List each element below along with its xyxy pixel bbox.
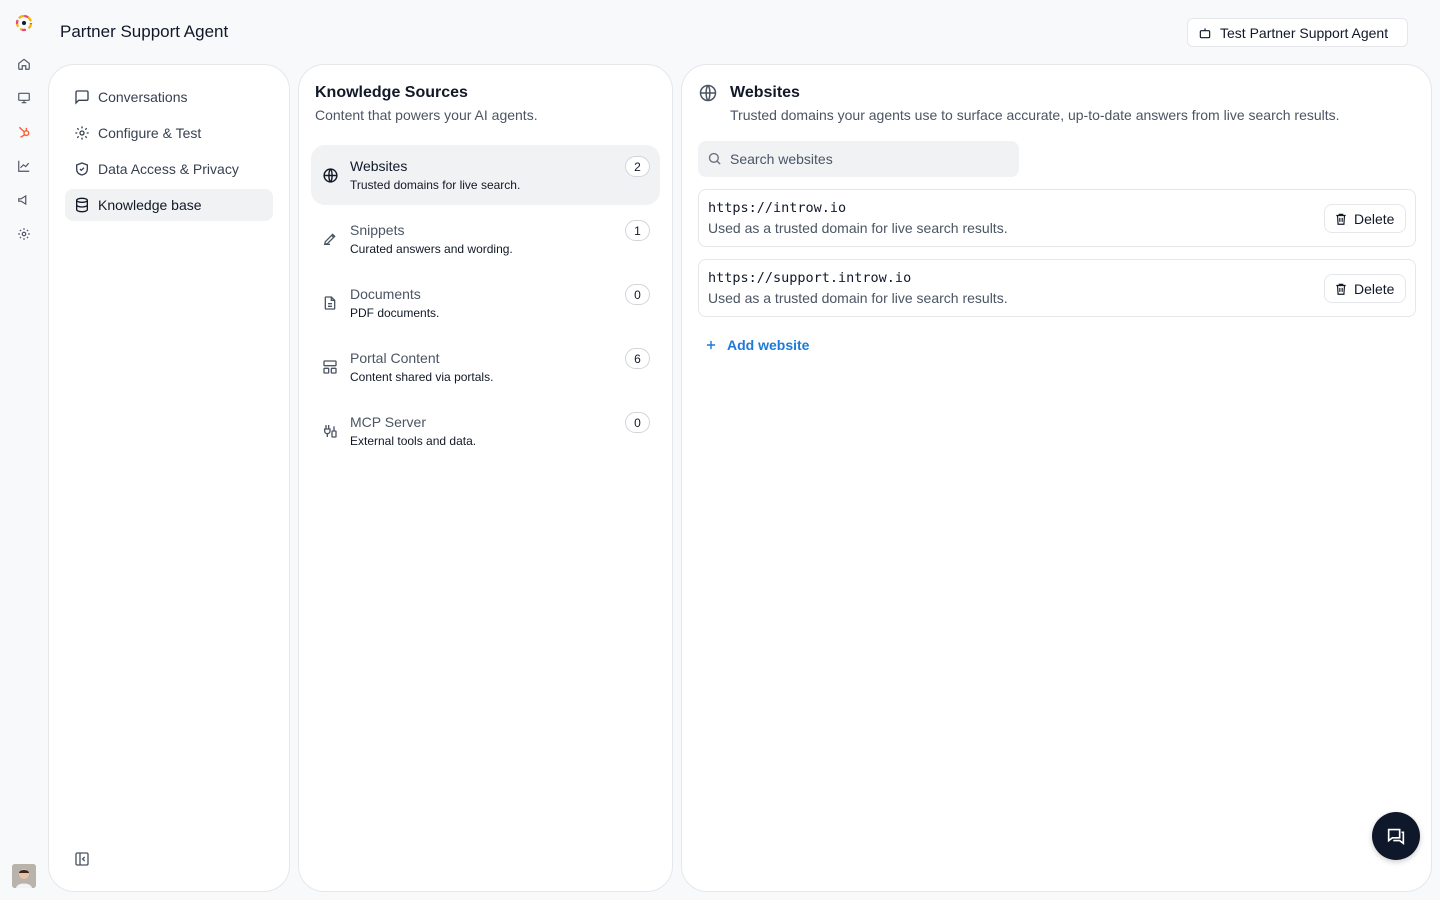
avatar[interactable]: [12, 864, 36, 888]
source-name: Websites: [350, 158, 408, 174]
source-item-portal-content[interactable]: Portal Content Content shared via portal…: [311, 337, 660, 397]
trash-icon: [1334, 212, 1348, 226]
source-item-documents[interactable]: Documents PDF documents. 0: [311, 273, 660, 333]
nav-item-conversations[interactable]: Conversations: [65, 81, 273, 113]
test-agent-button[interactable]: Test Partner Support Agent: [1187, 18, 1408, 47]
nav-item-label: Configure & Test: [98, 125, 202, 141]
nav-item-knowledge-base[interactable]: Knowledge base: [65, 189, 273, 221]
shield-check-icon: [74, 161, 90, 177]
test-agent-button-label: Test Partner Support Agent: [1220, 24, 1389, 41]
search-icon: [707, 151, 722, 166]
globe-icon: [321, 166, 339, 184]
trash-icon: [1334, 282, 1348, 296]
websites-subtitle: Trusted domains your agents use to surfa…: [730, 107, 1340, 123]
source-item-snippets[interactable]: Snippets Curated answers and wording. 1: [311, 209, 660, 269]
websites-panel: Websites Trusted domains your agents use…: [681, 64, 1432, 892]
count-badge: 6: [625, 348, 650, 369]
home-icon[interactable]: [14, 54, 34, 74]
source-item-websites[interactable]: Websites Trusted domains for live search…: [311, 145, 660, 205]
websites-title: Websites: [730, 84, 800, 101]
bot-icon: [1198, 26, 1212, 40]
plug-icon: [321, 422, 339, 440]
search-box: [698, 141, 1019, 177]
source-desc: Curated answers and wording.: [350, 242, 513, 256]
nav-item-data-access[interactable]: Data Access & Privacy: [65, 153, 273, 185]
plus-icon: [704, 338, 718, 352]
delete-button-label: Delete: [1354, 280, 1395, 297]
source-desc: PDF documents.: [350, 306, 440, 320]
message-square-icon: [74, 89, 90, 105]
nav-item-label: Data Access & Privacy: [98, 161, 239, 177]
monitor-icon[interactable]: [14, 88, 34, 108]
source-name: Snippets: [350, 222, 405, 238]
database-icon: [74, 197, 90, 213]
website-row: https://introw.io Used as a trusted doma…: [698, 189, 1416, 247]
knowledge-sources-panel: Knowledge Sources Content that powers yo…: [298, 64, 673, 892]
source-name: Documents: [350, 286, 421, 302]
chart-icon[interactable]: [14, 156, 34, 176]
delete-button-label: Delete: [1354, 210, 1395, 227]
add-website-button[interactable]: Add website: [704, 337, 809, 353]
website-row: https://support.introw.io Used as a trus…: [698, 259, 1416, 317]
megaphone-icon[interactable]: [14, 190, 34, 210]
gear-icon: [74, 125, 90, 141]
icon-rail: [0, 0, 48, 900]
section-title: Knowledge Sources: [315, 84, 468, 101]
source-name: Portal Content: [350, 350, 440, 366]
file-text-icon: [321, 294, 339, 312]
website-url: https://support.introw.io: [708, 270, 912, 286]
globe-icon: [698, 83, 718, 103]
layout-icon: [321, 358, 339, 376]
count-badge: 1: [625, 220, 650, 241]
collapse-sidebar-icon[interactable]: [74, 851, 90, 867]
website-note: Used as a trusted domain for live search…: [708, 220, 1008, 236]
chat-launcher-button[interactable]: [1372, 812, 1420, 860]
website-note: Used as a trusted domain for live search…: [708, 290, 1008, 306]
source-desc: External tools and data.: [350, 434, 477, 448]
source-desc: Trusted domains for live search.: [350, 178, 521, 192]
nav-item-label: Knowledge base: [98, 197, 202, 213]
source-item-mcp-server[interactable]: MCP Server External tools and data. 0: [311, 401, 660, 461]
source-name: MCP Server: [350, 414, 426, 430]
gear-icon[interactable]: [14, 224, 34, 244]
delete-button[interactable]: Delete: [1324, 204, 1406, 233]
add-website-label: Add website: [727, 337, 810, 353]
page-title: Partner Support Agent: [60, 22, 229, 41]
count-badge: 2: [625, 156, 650, 177]
website-url: https://introw.io: [708, 200, 847, 216]
search-input[interactable]: [730, 141, 1010, 177]
nav-item-label: Conversations: [98, 89, 188, 105]
count-badge: 0: [625, 284, 650, 305]
hubspot-icon[interactable]: [14, 122, 34, 142]
logo-icon[interactable]: [14, 13, 34, 33]
nav-item-configure-test[interactable]: Configure & Test: [65, 117, 273, 149]
pencil-icon: [321, 230, 339, 248]
source-desc: Content shared via portals.: [350, 370, 494, 384]
delete-button[interactable]: Delete: [1324, 274, 1406, 303]
count-badge: 0: [625, 412, 650, 433]
nav-panel: Conversations Configure & Test Data Acce…: [48, 64, 290, 892]
chat-icon: [1385, 825, 1407, 847]
section-subtitle: Content that powers your AI agents.: [315, 107, 538, 123]
